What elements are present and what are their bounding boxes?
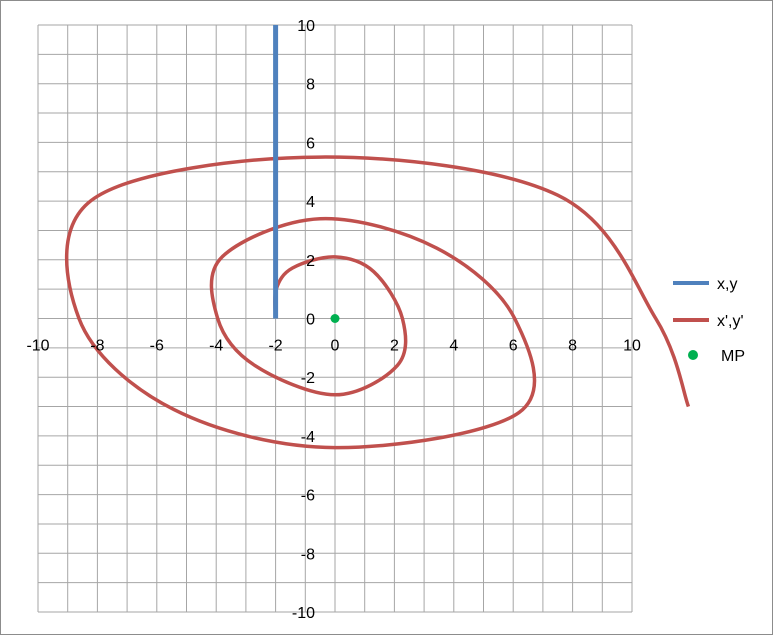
y-tick-label: 8 xyxy=(306,77,315,94)
legend-label-xpyp: x',y' xyxy=(717,313,744,330)
x-tick-label: 4 xyxy=(449,338,458,355)
y-tick-label: -8 xyxy=(301,546,315,563)
y-tick-label: 10 xyxy=(297,18,315,35)
legend: x,y x',y' MP xyxy=(673,276,745,365)
x-tick-label: 6 xyxy=(509,338,518,355)
x-tick-label: 2 xyxy=(390,338,399,355)
x-tick-label: -8 xyxy=(90,338,104,355)
legend-label-mp: MP xyxy=(721,348,745,365)
x-tick-label: -4 xyxy=(209,338,223,355)
chart-svg: -10 -8 -6 -4 -2 0 2 4 6 8 10 -10 -8 -6 -4 -2 2 4 6 8 10 0 x,… xyxy=(26,18,745,622)
y-tick-label: 2 xyxy=(306,253,315,270)
x-tick-label: 0 xyxy=(331,338,340,355)
plot-area xyxy=(64,25,691,450)
y-tick-label: -2 xyxy=(301,370,315,387)
legend-swatch-mp xyxy=(688,350,698,360)
y-tick-label: -4 xyxy=(301,429,315,446)
x-axis-tick-labels: -10 -8 -6 -4 -2 0 2 4 6 8 10 xyxy=(26,338,641,355)
y-axis-tick-labels: -10 -8 -6 -4 -2 2 4 6 8 10 0 xyxy=(292,18,315,622)
y-tick-label: -10 xyxy=(292,605,315,622)
y-tick-label: 6 xyxy=(306,135,315,152)
x-tick-label: -6 xyxy=(150,338,164,355)
x-tick-label: -10 xyxy=(26,338,49,355)
y-tick-label: -6 xyxy=(301,488,315,505)
y-tick-label: 4 xyxy=(306,194,315,211)
chart-frame: -10 -8 -6 -4 -2 0 2 4 6 8 10 -10 -8 -6 -4 -2 2 4 6 8 10 0 x,… xyxy=(0,0,773,635)
legend-label-xy: x,y xyxy=(717,276,737,293)
series-mp-point xyxy=(330,314,340,323)
x-tick-label: 10 xyxy=(623,338,641,355)
x-tick-label: -2 xyxy=(268,338,282,355)
y-tick-label-zero: 0 xyxy=(306,312,315,329)
x-tick-label: 8 xyxy=(568,338,577,355)
